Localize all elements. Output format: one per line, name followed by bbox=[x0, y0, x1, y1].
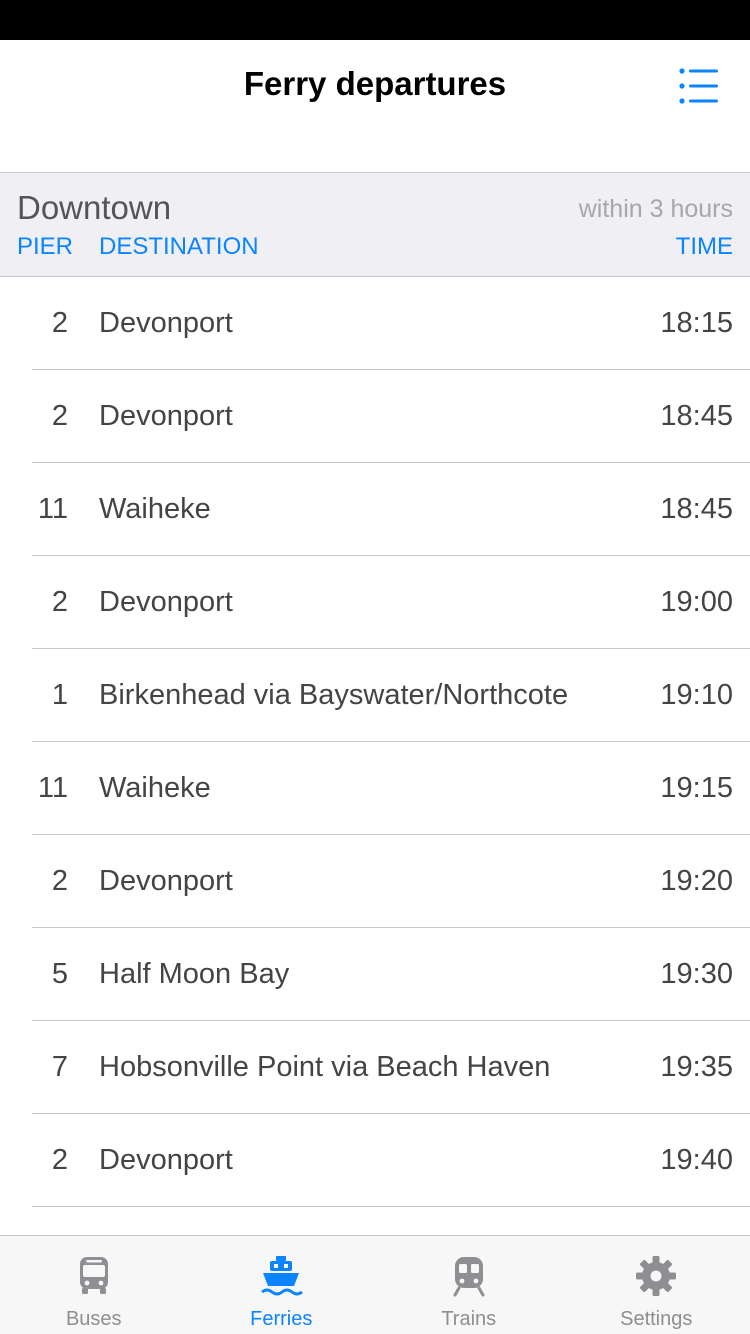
train-icon bbox=[453, 1257, 485, 1297]
destination-name: Waiheke bbox=[99, 772, 211, 804]
pier-number: 2 bbox=[51, 400, 68, 432]
departure-time: 19:30 bbox=[660, 958, 733, 990]
departure-time: 19:00 bbox=[660, 586, 733, 618]
tab-buses[interactable]: Buses bbox=[0, 1236, 188, 1334]
list-menu-button[interactable] bbox=[672, 64, 724, 108]
destination-name: Birkenhead via Bayswater/Northcote bbox=[99, 679, 569, 711]
pier-number: 7 bbox=[51, 1051, 68, 1083]
tab-label-trains: Trains bbox=[441, 1308, 497, 1330]
pier-number: 2 bbox=[51, 586, 68, 618]
destination-name: Devonport bbox=[99, 586, 233, 618]
column-header-time: TIME bbox=[675, 233, 733, 260]
destination-name: Devonport bbox=[99, 1144, 233, 1176]
departure-time: 18:45 bbox=[660, 400, 733, 432]
tab-trains[interactable]: Trains bbox=[375, 1236, 563, 1334]
pier-number: 2 bbox=[51, 865, 68, 897]
destination-name: Waiheke bbox=[99, 493, 211, 525]
destination-name: Devonport bbox=[99, 865, 233, 897]
departure-time: 19:10 bbox=[660, 679, 733, 711]
pier-number: 11 bbox=[37, 772, 68, 804]
departure-time: 18:45 bbox=[660, 493, 733, 525]
tab-label-settings: Settings bbox=[620, 1308, 693, 1330]
departure-row[interactable]: 2 Devonport 18:15 bbox=[0, 277, 750, 370]
pier-number: 1 bbox=[51, 679, 68, 711]
departure-row[interactable]: 11 Waiheke 18:45 bbox=[0, 463, 750, 556]
page-title: Ferry departures bbox=[243, 65, 507, 102]
pier-number: 2 bbox=[51, 1144, 68, 1176]
bus-icon bbox=[79, 1257, 108, 1294]
departure-row[interactable]: 2 Devonport 19:20 bbox=[0, 835, 750, 928]
gear-icon bbox=[636, 1256, 677, 1296]
destination-name: Devonport bbox=[99, 307, 233, 339]
section-header: Downtown within 3 hours PIER DESTINATION… bbox=[0, 172, 750, 277]
departure-time: 19:15 bbox=[660, 772, 733, 804]
departure-row[interactable]: 5 Half Moon Bay 19:30 bbox=[0, 928, 750, 1021]
station-name: Downtown bbox=[17, 189, 172, 226]
column-header-pier: PIER bbox=[17, 233, 74, 260]
departure-row[interactable]: 2 Devonport 18:45 bbox=[0, 370, 750, 463]
pier-number: 2 bbox=[51, 307, 68, 339]
destination-name: Hobsonville Point via Beach Haven bbox=[99, 1051, 551, 1083]
departure-row[interactable]: 2 Devonport 19:00 bbox=[0, 556, 750, 649]
navigation-bar: Ferry departures bbox=[0, 40, 750, 172]
departure-time: 19:35 bbox=[660, 1051, 733, 1083]
destination-name: Devonport bbox=[99, 400, 233, 432]
departures-list[interactable]: 2 Devonport 18:15 2 Devonport 18:45 11 W… bbox=[0, 277, 750, 1235]
tab-ferries[interactable]: Ferries bbox=[188, 1236, 376, 1334]
column-header-destination: DESTINATION bbox=[99, 233, 259, 260]
time-range-label: within 3 hours bbox=[578, 195, 733, 223]
tab-settings[interactable]: Settings bbox=[563, 1236, 750, 1334]
pier-number: 5 bbox=[51, 958, 68, 990]
status-bar bbox=[0, 0, 750, 40]
ferry-icon bbox=[261, 1256, 304, 1296]
departure-time: 19:20 bbox=[660, 865, 733, 897]
departure-time: 19:40 bbox=[660, 1144, 733, 1176]
departure-row[interactable]: 11 Waiheke 19:15 bbox=[0, 742, 750, 835]
tab-label-ferries: Ferries bbox=[250, 1308, 313, 1330]
tab-label-buses: Buses bbox=[65, 1308, 122, 1330]
departure-row[interactable]: 1 Birkenhead via Bayswater/Northcote 19:… bbox=[0, 649, 750, 742]
pier-number: 11 bbox=[37, 493, 68, 525]
tab-bar: Buses Ferries Trains Settings bbox=[0, 1235, 750, 1334]
departure-row[interactable]: 7 Hobsonville Point via Beach Haven 19:3… bbox=[0, 1021, 750, 1114]
departure-time: 18:15 bbox=[660, 307, 733, 339]
list-icon bbox=[679, 68, 718, 104]
departure-row[interactable]: 2 Devonport 19:40 bbox=[0, 1114, 750, 1207]
destination-name: Half Moon Bay bbox=[99, 958, 290, 990]
